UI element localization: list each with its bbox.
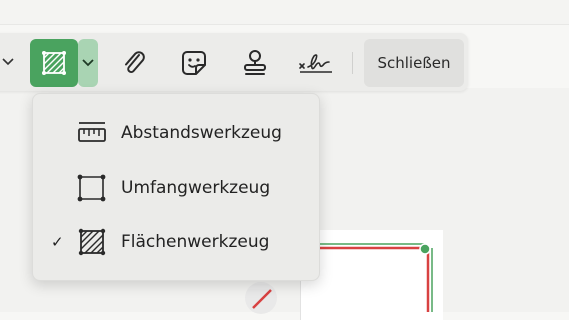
close-button[interactable]: Schließen [364,39,464,87]
perimeter-icon [77,174,106,202]
area-measure-icon [42,51,66,75]
checkmark-icon: ✓ [51,233,64,251]
eraser-icon [252,289,272,309]
menu-item-label: Umfangwerkzeug [121,178,271,198]
ruler-icon [78,122,106,142]
eraser-button[interactable] [245,282,277,314]
shape-vertex-handle [419,243,431,255]
menu-item-distance-tool[interactable]: Abstandswerkzeug [33,106,319,160]
menu-item-label: Abstandswerkzeug [121,123,282,143]
signature-icon [299,54,332,73]
measure-tool-menu: Abstandswerkzeug Umfangwerkzeug ✓ Fläche… [32,93,320,281]
sticker-icon [182,51,206,75]
area-measure-button[interactable] [30,39,78,87]
paperclip-icon [125,51,145,73]
attach-file-button[interactable] [114,43,154,83]
toolbar-separator [352,52,353,74]
area-icon [78,228,106,256]
stamp-icon [244,50,266,75]
stamp-button[interactable] [235,43,275,83]
sticker-button[interactable] [174,43,214,83]
signature-button[interactable] [294,43,338,83]
menu-item-label: Flächenwerkzeug [121,232,270,252]
menu-item-perimeter-tool[interactable]: Umfangwerkzeug [33,161,319,215]
chevron-down-icon [82,59,94,67]
menu-item-area-tool[interactable]: ✓ Flächenwerkzeug [33,215,319,269]
area-tool-dropdown-button[interactable] [78,39,98,87]
chevron-down-icon[interactable] [1,55,15,69]
